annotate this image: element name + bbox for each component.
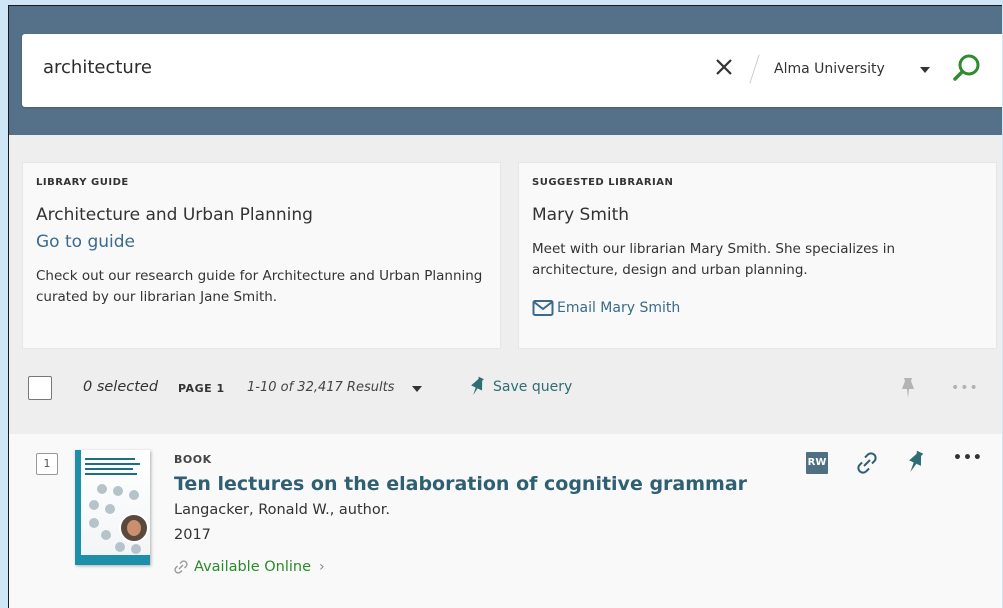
mail-icon [532,300,554,316]
cover-dot [115,542,125,552]
email-link-label: Email Mary Smith [557,300,681,316]
cover-dot [131,544,141,554]
cover-title-line [85,458,135,460]
guide-title: Architecture and Urban Planning [36,205,313,225]
cover-dot [97,484,107,494]
librarian-description: Meet with our librarian Mary Smith. She … [532,241,896,278]
save-query-button[interactable]: Save query [467,376,572,398]
cover-title-line [85,468,133,470]
result-item[interactable]: 1 BOOK Ten lectures on the elaboration o… [9,434,1002,608]
cover-dot [113,486,123,496]
resource-type: BOOK [174,453,212,466]
guide-description: Check out our research guide for Archite… [36,268,483,305]
cover-dot [129,490,139,500]
pin-icon [471,376,484,396]
cover-title-line [85,463,140,465]
rw-badge-icon[interactable]: RW [806,452,828,474]
permalink-icon[interactable] [856,452,878,474]
selected-count: 0 selected [83,379,159,395]
chevron-right-icon: › [319,559,325,575]
search-input[interactable]: architecture [43,57,152,78]
result-title-link[interactable]: Ten lectures on the elaboration of cogni… [174,473,747,495]
pin-icon[interactable] [906,450,924,474]
book-cover-thumbnail[interactable] [75,450,150,565]
email-librarian-link[interactable]: Email Mary Smith [532,299,680,317]
cover-dot [89,518,99,528]
pin-icon[interactable] [899,377,917,399]
cover-spine [75,450,81,565]
result-number[interactable]: 1 [36,453,58,475]
search-icon[interactable] [950,51,984,85]
availability-label: Available Online [194,559,312,575]
caret-down-icon[interactable] [412,386,422,392]
card-kicker: LIBRARY GUIDE [36,177,129,188]
library-guide-card: LIBRARY GUIDE Architecture and Urban Pla… [22,162,501,349]
app-frame: architecture Alma University LIBRARY GUI… [8,5,1002,608]
results-count-dropdown[interactable]: 1-10 of 32,417 Results [247,380,394,395]
caret-down-icon[interactable] [920,67,930,73]
more-options-icon[interactable]: ••• [953,450,983,466]
save-query-label: Save query [493,379,573,395]
cover-dot [105,504,115,514]
go-to-guide-link[interactable]: Go to guide [36,232,135,252]
author-photo [119,513,149,543]
search-divider [749,54,760,84]
cover-dot [101,530,111,540]
author-face [127,520,141,536]
result-year: 2017 [174,527,211,543]
librarian-name: Mary Smith [532,205,630,225]
results-toolbar: 0 selected PAGE 1 1-10 of 32,417 Results… [9,366,1002,414]
search-header: architecture Alma University [9,6,1002,135]
cover-title-line [85,473,137,475]
availability-link[interactable]: Available Online › [174,559,325,575]
cover-dot [89,500,99,510]
link-icon [174,560,188,574]
clear-icon[interactable] [712,55,736,79]
select-all-checkbox[interactable] [28,376,52,400]
suggested-librarian-card: SUGGESTED LIBRARIAN Mary Smith Meet with… [518,162,997,349]
cover-footer [81,555,150,565]
scope-select[interactable]: Alma University [774,61,885,77]
card-kicker: SUGGESTED LIBRARIAN [532,177,674,188]
page-indicator: PAGE 1 [178,382,225,395]
search-bar[interactable]: architecture Alma University [22,34,1002,107]
result-author: Langacker, Ronald W., author. [174,502,390,518]
more-options-icon[interactable]: ••• [951,380,979,396]
